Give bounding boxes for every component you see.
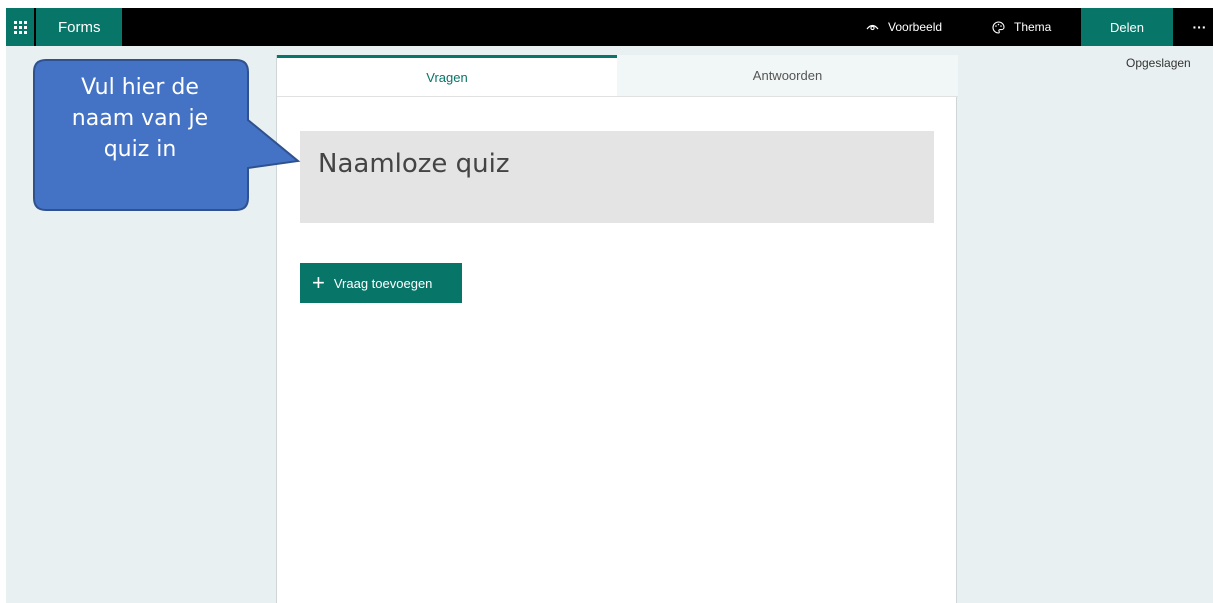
quiz-title-text: Naamloze quiz bbox=[318, 149, 510, 179]
plus-icon: + bbox=[312, 270, 325, 295]
callout-line: quiz in bbox=[103, 137, 177, 162]
tab-questions-label: Vragen bbox=[426, 69, 468, 85]
tab-responses-label: Antwoorden bbox=[752, 68, 823, 83]
callout-text: Vul hier de naam van je quiz in bbox=[32, 72, 248, 165]
waffle-icon bbox=[13, 20, 27, 34]
add-question-label: Vraag toevoegen bbox=[333, 275, 433, 291]
callout-line: Vul hier de bbox=[81, 75, 199, 100]
more-options-button[interactable]: ··· bbox=[1186, 8, 1213, 46]
top-bar: Forms Voorbeeld Thema Delen ··· bbox=[6, 8, 1213, 46]
ellipsis-icon: ··· bbox=[1192, 19, 1207, 35]
quiz-title-input[interactable]: Naamloze quiz bbox=[300, 131, 934, 223]
form-editor-card: Vragen Antwoorden Naamloze quiz + Vraag … bbox=[276, 55, 958, 603]
palette-icon bbox=[992, 20, 1005, 34]
callout-line: naam van je bbox=[71, 106, 209, 131]
tab-responses[interactable]: Antwoorden bbox=[617, 55, 958, 97]
eye-icon bbox=[866, 24, 879, 31]
app-name[interactable]: Forms bbox=[36, 8, 122, 46]
share-button[interactable]: Delen bbox=[1081, 8, 1173, 46]
share-label: Delen bbox=[1110, 19, 1144, 35]
preview-button[interactable]: Voorbeeld bbox=[866, 8, 942, 46]
app-launcher-button[interactable] bbox=[6, 8, 34, 46]
app-window: Forms Voorbeeld Thema Delen ··· Opgeslag… bbox=[6, 8, 1213, 603]
add-question-button[interactable]: + Vraag toevoegen bbox=[300, 263, 462, 303]
saved-status: Opgeslagen bbox=[1126, 56, 1191, 70]
tab-bar: Vragen Antwoorden bbox=[277, 55, 958, 97]
theme-label: Thema bbox=[1014, 20, 1052, 34]
theme-button[interactable]: Thema bbox=[992, 8, 1051, 46]
tab-questions[interactable]: Vragen bbox=[277, 55, 617, 97]
preview-label: Voorbeeld bbox=[888, 20, 943, 34]
callout-annotation: Vul hier de naam van je quiz in bbox=[32, 58, 301, 212]
app-name-label: Forms bbox=[58, 18, 101, 36]
